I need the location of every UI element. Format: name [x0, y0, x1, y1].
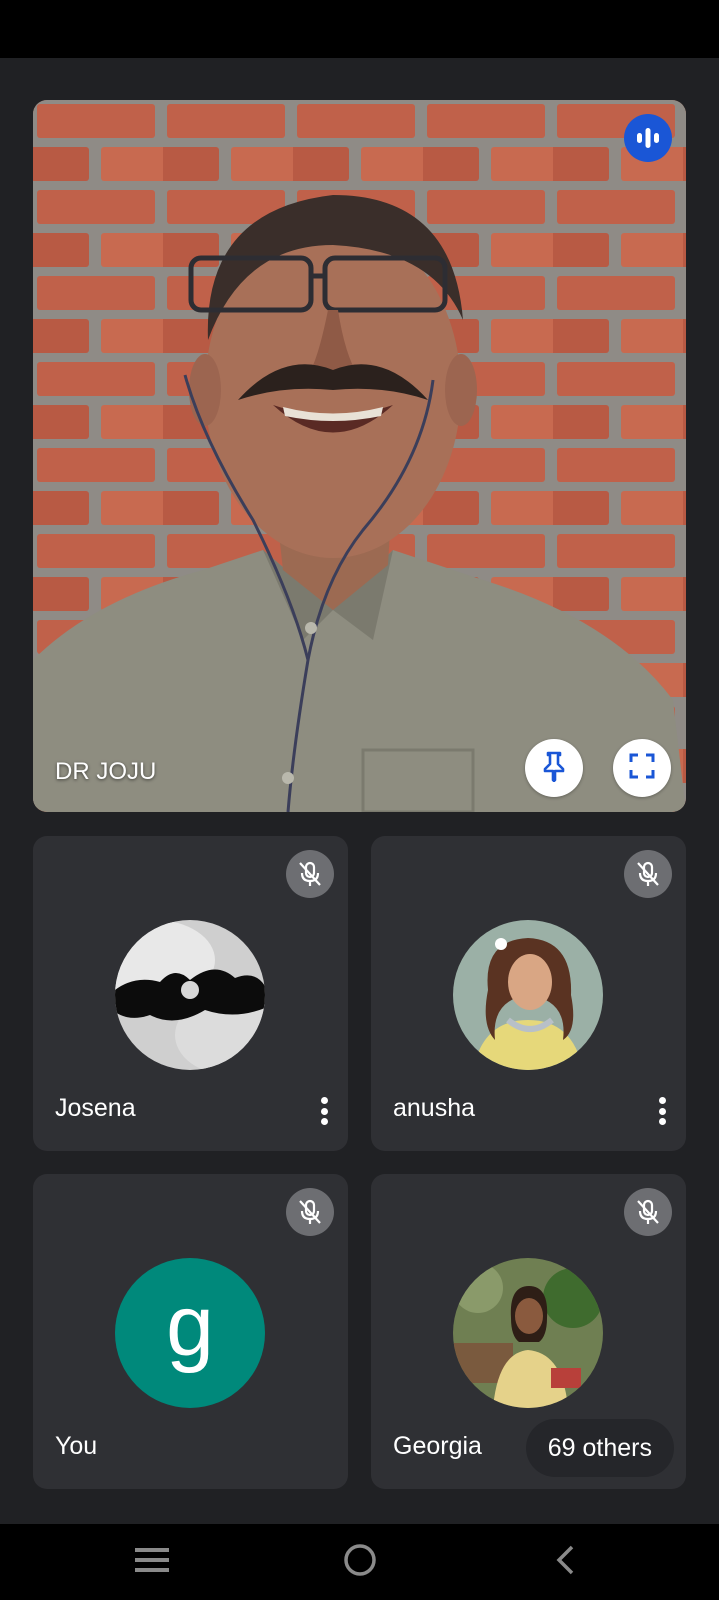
back-icon [554, 1544, 576, 1581]
mic-off-icon [286, 850, 334, 898]
mic-off-icon [624, 1188, 672, 1236]
participant-tile-josena[interactable]: Josena [33, 836, 348, 1151]
more-vert-icon[interactable] [650, 1093, 674, 1129]
avatar [453, 1258, 603, 1408]
avatar-letter: g [166, 1277, 214, 1374]
speaker-video [33, 100, 686, 812]
back-button[interactable] [520, 1524, 610, 1600]
main-speaker-tile[interactable]: DR JOJU [33, 100, 686, 812]
participant-tile-you[interactable]: g You [33, 1174, 348, 1489]
fullscreen-button[interactable] [613, 739, 671, 797]
avatar [453, 920, 603, 1070]
fullscreen-icon [628, 752, 656, 785]
participant-tile-georgia[interactable]: Georgia 69 others [371, 1174, 686, 1489]
more-vert-icon[interactable] [312, 1093, 336, 1129]
pin-button[interactable] [525, 739, 583, 797]
participant-tile-anusha[interactable]: anusha [371, 836, 686, 1151]
navigation-bar [0, 1524, 719, 1600]
avatar: g [115, 1258, 265, 1408]
participant-name: anusha [393, 1094, 476, 1122]
avatar [115, 920, 265, 1070]
speaker-name: DR JOJU [55, 758, 157, 785]
participant-name: Josena [55, 1094, 136, 1122]
status-bar [0, 0, 719, 58]
others-button[interactable]: 69 others [525, 1419, 674, 1477]
participant-name: Georgia [393, 1432, 482, 1460]
audio-level-icon [624, 114, 672, 162]
pin-icon [540, 750, 568, 787]
home-icon [343, 1543, 377, 1582]
mic-off-icon [286, 1188, 334, 1236]
participant-name: You [55, 1432, 98, 1460]
mic-off-icon [624, 850, 672, 898]
recent-apps-icon [135, 1547, 169, 1578]
recent-apps-button[interactable] [107, 1524, 197, 1600]
home-button[interactable] [315, 1524, 405, 1600]
